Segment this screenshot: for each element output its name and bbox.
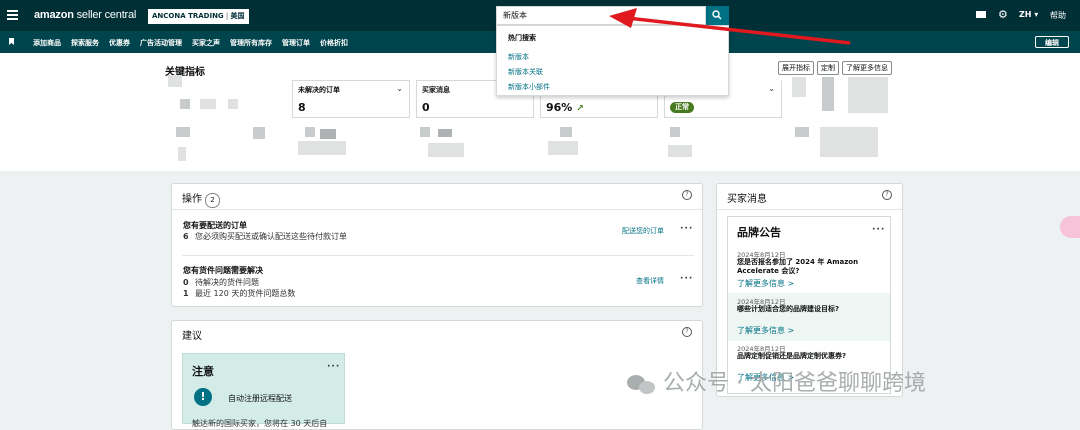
blurred-region xyxy=(305,127,315,137)
notice-title: 注意 xyxy=(192,365,214,378)
nav-item[interactable]: 买家之声 xyxy=(192,39,220,47)
blurred-region xyxy=(200,99,216,109)
more-options-icon[interactable]: ··· xyxy=(327,362,340,372)
wechat-icon xyxy=(627,373,657,395)
actions-title: 操作 2 xyxy=(182,190,220,208)
chevron-down-icon[interactable]: ⌄ xyxy=(396,84,403,93)
announcement-title: 哪些计划适合您的品牌建设目标? xyxy=(737,305,840,313)
announcement-title: 您是否报名参加了 2024 年 Amazon Accelerate 会议? xyxy=(737,258,859,275)
task-line: 1 最近 120 天的货件问题总数 xyxy=(183,289,296,298)
divider xyxy=(172,209,702,210)
bookmark-icon[interactable] xyxy=(9,38,14,45)
nav-item[interactable]: 探索服务 xyxy=(71,39,99,47)
blurred-region xyxy=(176,127,190,137)
search-suggestion[interactable]: 新版本小部件 xyxy=(508,82,550,92)
suggestions-title: 建议 xyxy=(182,331,202,342)
kpi-buttons: 展开指标 定制 了解更多信息 xyxy=(778,61,895,75)
search-suggestion[interactable]: 新版本关联 xyxy=(508,67,543,77)
gear-icon[interactable]: ⚙ xyxy=(998,9,1009,20)
mail-icon[interactable] xyxy=(976,11,986,18)
actions-count-badge: 2 xyxy=(205,193,220,208)
announcement-item[interactable]: 2024年8月12日 您是否报名参加了 2024 年 Amazon Accele… xyxy=(728,249,890,293)
blurred-region xyxy=(253,127,265,139)
more-options-icon[interactable]: ··· xyxy=(680,274,693,284)
blurred-region xyxy=(795,127,809,137)
learn-more-link[interactable]: 了解更多信息 > xyxy=(737,278,794,289)
kpi-value: 0 xyxy=(422,101,430,114)
blurred-region xyxy=(560,127,572,137)
blurred-region xyxy=(180,99,190,109)
kpi-value: 96% ↗ xyxy=(546,101,584,114)
learn-more-link[interactable]: 了解更多信息 > xyxy=(737,325,794,336)
popular-searches-heading: 热门搜索 xyxy=(508,34,536,42)
task-line: 6 您必须购买配送或确认配送这些待付款订单 xyxy=(183,232,347,241)
announcement-title: 品牌定制促销还是品牌定制优惠券? xyxy=(737,352,847,360)
divider xyxy=(182,255,694,256)
expand-metrics-button[interactable]: 展开指标 xyxy=(778,61,814,75)
help-icon[interactable]: ? xyxy=(882,190,892,200)
floating-widget[interactable] xyxy=(1060,216,1080,238)
blurred-region xyxy=(298,141,346,155)
more-options-icon[interactable]: ··· xyxy=(872,225,885,235)
more-options-icon[interactable]: ··· xyxy=(680,224,693,234)
watermark: 公众号 · 太阳爸爸聊聊跨境 xyxy=(627,365,926,397)
chevron-down-icon[interactable]: ⌄ xyxy=(768,84,775,93)
nav-items: 添加商品 探索服务 优惠券 广告活动管理 买家之声 管理所有库存 管理订单 价格折扣 xyxy=(33,38,358,48)
nav-item[interactable]: 广告活动管理 xyxy=(140,39,182,47)
brand-logo[interactable]: amazon seller central xyxy=(34,9,136,21)
help-icon[interactable]: ? xyxy=(682,190,692,200)
blurred-region xyxy=(228,99,238,109)
search-suggestion[interactable]: 新版本 xyxy=(508,52,529,62)
blurred-region xyxy=(168,75,182,87)
alert-icon: ! xyxy=(194,388,212,406)
blurred-region xyxy=(320,129,336,139)
view-details-link[interactable]: 查看详情 xyxy=(636,276,664,286)
notice-card: 注意 ··· ! 自动注册远程配送 触达新的国际买家，您将在 30 天后自 xyxy=(182,353,345,428)
blurred-region xyxy=(548,141,578,155)
blurred-region xyxy=(792,77,806,97)
annotation-arrow xyxy=(609,8,851,45)
buyer-messages-title: 买家消息 xyxy=(727,194,767,205)
kpi-value: 8 xyxy=(298,101,306,114)
nav-item[interactable]: 价格折扣 xyxy=(320,39,348,47)
account-switcher[interactable]: ANCONA TRADING | 美国 xyxy=(148,9,249,24)
blurred-region xyxy=(428,143,464,157)
blurred-region xyxy=(822,77,834,111)
learn-more-button[interactable]: 了解更多信息 xyxy=(842,61,892,75)
ship-orders-link[interactable]: 配送您的订单 xyxy=(622,226,664,236)
task-line: 0 待解决的货件问题 xyxy=(183,278,259,287)
blurred-region xyxy=(420,127,430,137)
trend-up-icon: ↗ xyxy=(576,104,584,114)
blurred-region xyxy=(668,145,692,157)
brand-announcements-title: 品牌公告 xyxy=(737,226,781,239)
menu-icon[interactable] xyxy=(7,10,18,20)
task-title: 您有要配送的订单 xyxy=(183,221,247,230)
task-title: 您有货件问题需要解决 xyxy=(183,266,263,275)
edit-button[interactable]: 编辑 xyxy=(1035,36,1069,48)
customize-button[interactable]: 定制 xyxy=(817,61,839,75)
blurred-region xyxy=(848,77,888,113)
status-badge: 正常 xyxy=(670,102,694,113)
blurred-region xyxy=(438,129,452,137)
help-icon[interactable]: ? xyxy=(682,327,692,337)
help-link[interactable]: 帮助 xyxy=(1050,10,1066,21)
kpi-label: 未解决的订单 xyxy=(298,86,340,94)
nav-item[interactable]: 管理订单 xyxy=(282,39,310,47)
divider xyxy=(717,209,902,210)
kpi-card-orders[interactable]: 未解决的订单 ⌄ 8 xyxy=(292,80,410,118)
notice-text: 自动注册远程配送 xyxy=(228,394,292,403)
nav-item[interactable]: 优惠券 xyxy=(109,39,130,47)
actions-panel: 操作 2 ? 您有要配送的订单 6 您必须购买配送或确认配送这些待付款订单 配送您的… xyxy=(171,183,703,307)
announcement-item[interactable]: 2024年8月12日 哪些计划适合您的品牌建设目标? 了解更多信息 > xyxy=(728,293,890,341)
nav-item[interactable]: 添加商品 xyxy=(33,39,61,47)
nav-item[interactable]: 管理所有库存 xyxy=(230,39,272,47)
kpi-label: 买家消息 xyxy=(422,86,450,94)
blurred-region xyxy=(820,127,878,157)
blurred-region xyxy=(178,147,186,161)
language-selector[interactable]: ZH ▾ xyxy=(1019,10,1038,19)
blurred-region xyxy=(670,127,680,137)
